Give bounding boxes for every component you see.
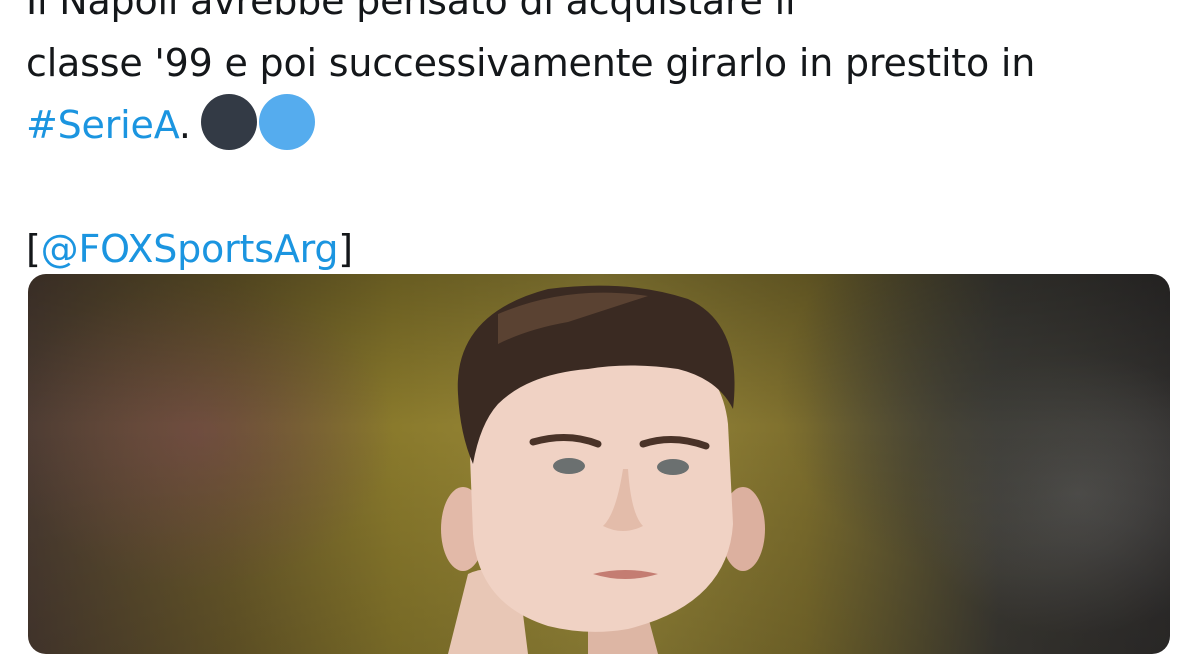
player-photo-icon	[441, 285, 765, 654]
hashtag-serie-a-link[interactable]: #SerieA	[26, 103, 179, 147]
tweet-media-photo[interactable]	[28, 274, 1170, 654]
credit-close-bracket: ]	[338, 227, 353, 271]
hashtag-suffix: .	[178, 103, 191, 147]
line-spacer	[26, 156, 1176, 218]
tweet-line-1: classe '99 e poi successivamente girarlo…	[26, 32, 1176, 94]
tweet-text: Il Napoli avrebbe pensato di acquistare …	[26, 0, 1176, 280]
tweet-line-1-text: classe '99 e poi successivamente girarlo…	[26, 41, 1036, 85]
dark-circle-emoji-icon	[200, 94, 257, 150]
foxsportsarg-mention-link[interactable]: @FOXSportsArg	[41, 227, 339, 271]
credit-open-bracket: [	[26, 227, 41, 271]
blue-circle-emoji-icon	[258, 94, 315, 150]
tweet-line-2: #SerieA.	[26, 94, 1176, 156]
tweet-line-partial: Il Napoli avrebbe pensato di acquistare …	[26, 0, 796, 23]
credit-line: [@FOXSportsArg]	[26, 218, 1176, 280]
